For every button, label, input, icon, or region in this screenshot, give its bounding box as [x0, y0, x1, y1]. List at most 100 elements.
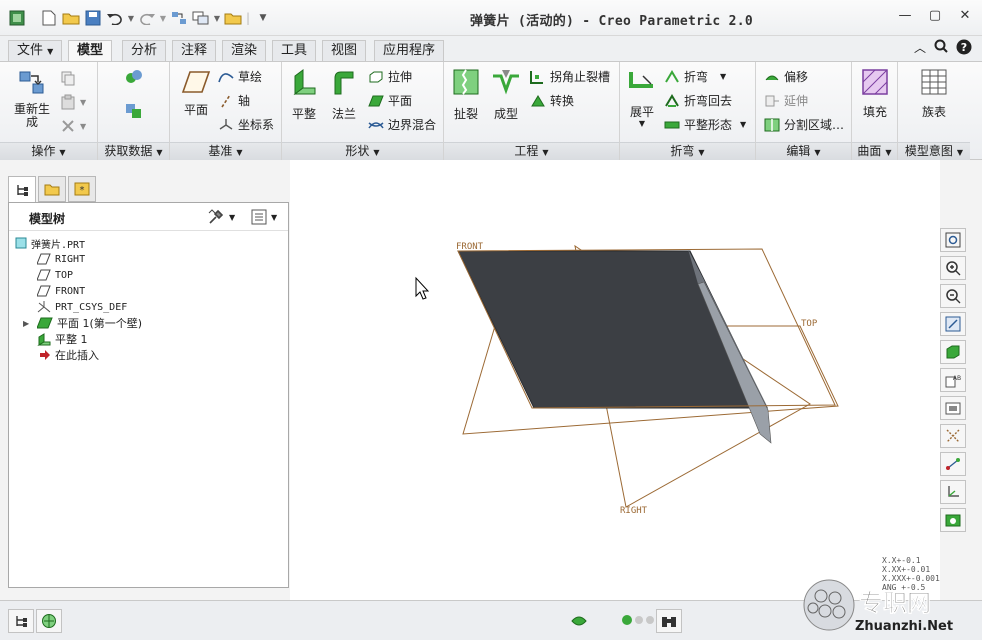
- show-navigator-button[interactable]: [8, 609, 34, 633]
- offset-button[interactable]: 偏移: [764, 68, 808, 85]
- tree-item-flat-wall[interactable]: 平整 1: [15, 331, 285, 347]
- tree-item-planar-wall[interactable]: ▶ 平面 1(第一个壁): [15, 315, 285, 331]
- open-icon[interactable]: [60, 7, 82, 29]
- copy-geometry-icon[interactable]: [124, 68, 144, 86]
- display-style-button[interactable]: [940, 340, 966, 364]
- unbend-button[interactable]: 展平 ▼: [624, 68, 660, 128]
- form-button[interactable]: 成型: [488, 68, 524, 122]
- axis-button[interactable]: 轴: [218, 92, 250, 109]
- redo-dropdown-icon[interactable]: ▼: [158, 7, 168, 29]
- group-bends-label[interactable]: 折弯 ▼: [620, 142, 755, 160]
- tree-item-right[interactable]: RIGHT: [15, 251, 285, 267]
- save-icon[interactable]: [82, 7, 104, 29]
- tree-item-front[interactable]: FRONT: [15, 283, 285, 299]
- tab-applications[interactable]: 应用程序: [374, 40, 445, 61]
- folder-browser-tab[interactable]: [38, 176, 66, 202]
- group-editing-label[interactable]: 编辑 ▼: [756, 142, 851, 160]
- search-icon[interactable]: [934, 39, 948, 58]
- fill-button[interactable]: 填充: [858, 68, 892, 120]
- tree-item-top[interactable]: TOP: [15, 267, 285, 283]
- tree-display-button[interactable]: ▼: [251, 209, 277, 225]
- tab-model[interactable]: 模型: [68, 40, 113, 62]
- customize-toolbar-icon[interactable]: ▼: [252, 7, 274, 29]
- merge-inheritance-icon[interactable]: [124, 102, 144, 120]
- find-button[interactable]: [656, 609, 682, 633]
- group-engineering-label[interactable]: 工程 ▼: [444, 142, 619, 160]
- group-shapes-label[interactable]: 形状 ▼: [282, 142, 443, 160]
- group-model-intent-label[interactable]: 模型意图 ▼: [898, 142, 970, 160]
- extend-button[interactable]: 延伸: [764, 92, 808, 109]
- saved-orientations-button[interactable]: AB: [940, 368, 966, 392]
- extrude-icon: [369, 71, 383, 82]
- group-surfaces-label[interactable]: 曲面 ▼: [852, 142, 897, 160]
- maximize-icon[interactable]: ▢: [926, 8, 944, 23]
- boundary-blend-button[interactable]: 边界混合: [368, 116, 436, 133]
- datum-plane-button[interactable]: 平面: [176, 70, 216, 118]
- new-icon[interactable]: [38, 7, 60, 29]
- show-browser-button[interactable]: [36, 609, 62, 633]
- view-manager-button[interactable]: [940, 396, 966, 420]
- expand-arrow-icon[interactable]: ▶: [23, 319, 33, 328]
- group-datum-label[interactable]: 基准 ▼: [170, 142, 281, 160]
- graphics-window[interactable]: FRONT TOP RIGHT: [290, 160, 940, 600]
- undo-icon[interactable]: [104, 7, 126, 29]
- csys-display-button[interactable]: [940, 480, 966, 504]
- regen-status-icon[interactable]: [566, 609, 592, 633]
- zoom-in-button[interactable]: [940, 256, 966, 280]
- close-icon[interactable]: ✕: [956, 8, 974, 23]
- tab-view[interactable]: 视图: [322, 40, 367, 61]
- model-tree-tab[interactable]: [8, 176, 36, 202]
- refit-button[interactable]: [940, 228, 966, 252]
- regenerate-icon[interactable]: [168, 7, 190, 29]
- convert-button[interactable]: 转换: [530, 92, 574, 109]
- family-table-button[interactable]: 族表: [916, 68, 952, 120]
- tree-item-part[interactable]: 弹簧片.PRT: [15, 235, 285, 251]
- bend-back-button[interactable]: 折弯回去: [664, 92, 732, 109]
- datum-display-button[interactable]: [940, 424, 966, 448]
- favorites-tab[interactable]: *: [68, 176, 96, 202]
- surface-plane-button[interactable]: 平面: [368, 92, 412, 109]
- repaint-button[interactable]: [940, 312, 966, 336]
- rip-icon: [453, 69, 479, 95]
- tab-render[interactable]: 渲染: [222, 40, 267, 61]
- redo-icon[interactable]: [136, 7, 158, 29]
- tab-tools[interactable]: 工具: [272, 40, 317, 61]
- group-operations-label[interactable]: 操作 ▼: [0, 142, 97, 160]
- csys-button[interactable]: 坐标系: [218, 116, 274, 133]
- tree-item-insert-here[interactable]: 在此插入: [15, 347, 285, 363]
- tab-file[interactable]: 文件 ▼: [8, 40, 63, 61]
- view-manager-icon: [945, 402, 961, 415]
- tab-analysis[interactable]: 分析: [122, 40, 167, 61]
- undo-dropdown-icon[interactable]: ▼: [126, 7, 136, 29]
- corner-relief-button[interactable]: 拐角止裂槽: [530, 68, 610, 85]
- sketch-button[interactable]: 草绘: [218, 68, 262, 85]
- zoom-out-button[interactable]: [940, 284, 966, 308]
- minimize-icon[interactable]: —: [896, 8, 914, 23]
- window-icon[interactable]: [190, 7, 212, 29]
- datum-points-button[interactable]: [940, 452, 966, 476]
- planar-button[interactable]: 平整: [286, 68, 322, 122]
- annotation-display-button[interactable]: [940, 508, 966, 532]
- csys-icon: [219, 118, 233, 130]
- extrude-button[interactable]: 拉伸: [368, 68, 412, 85]
- group-get-data-label[interactable]: 获取数据 ▼: [98, 142, 169, 160]
- tree-settings-button[interactable]: ▼: [207, 209, 235, 225]
- regenerate-button[interactable]: 重新生 成: [10, 68, 54, 129]
- model-viewport[interactable]: FRONT TOP RIGHT: [290, 160, 940, 600]
- app-icon[interactable]: [6, 7, 28, 29]
- tree-item-csys[interactable]: PRT_CSYS_DEF: [15, 299, 285, 315]
- help-icon[interactable]: ?: [956, 39, 972, 58]
- paste-icon[interactable]: ▼: [60, 94, 86, 110]
- bend-button[interactable]: 折弯 ▼: [664, 68, 726, 85]
- window-dropdown-icon[interactable]: ▼: [212, 7, 222, 29]
- collapse-ribbon-icon[interactable]: ︿: [914, 39, 926, 58]
- folder-icon[interactable]: [222, 7, 244, 29]
- bend-back-icon: [665, 93, 679, 107]
- flat-state-button[interactable]: 平整形态 ▼: [664, 116, 746, 133]
- copy-icon[interactable]: [60, 70, 76, 86]
- delete-icon[interactable]: ▼: [60, 118, 86, 134]
- rip-button[interactable]: 扯裂: [450, 68, 482, 122]
- flange-button[interactable]: 法兰: [326, 68, 362, 122]
- split-region-button[interactable]: 分割区域…: [764, 116, 844, 133]
- tab-annotate[interactable]: 注释: [172, 40, 217, 61]
